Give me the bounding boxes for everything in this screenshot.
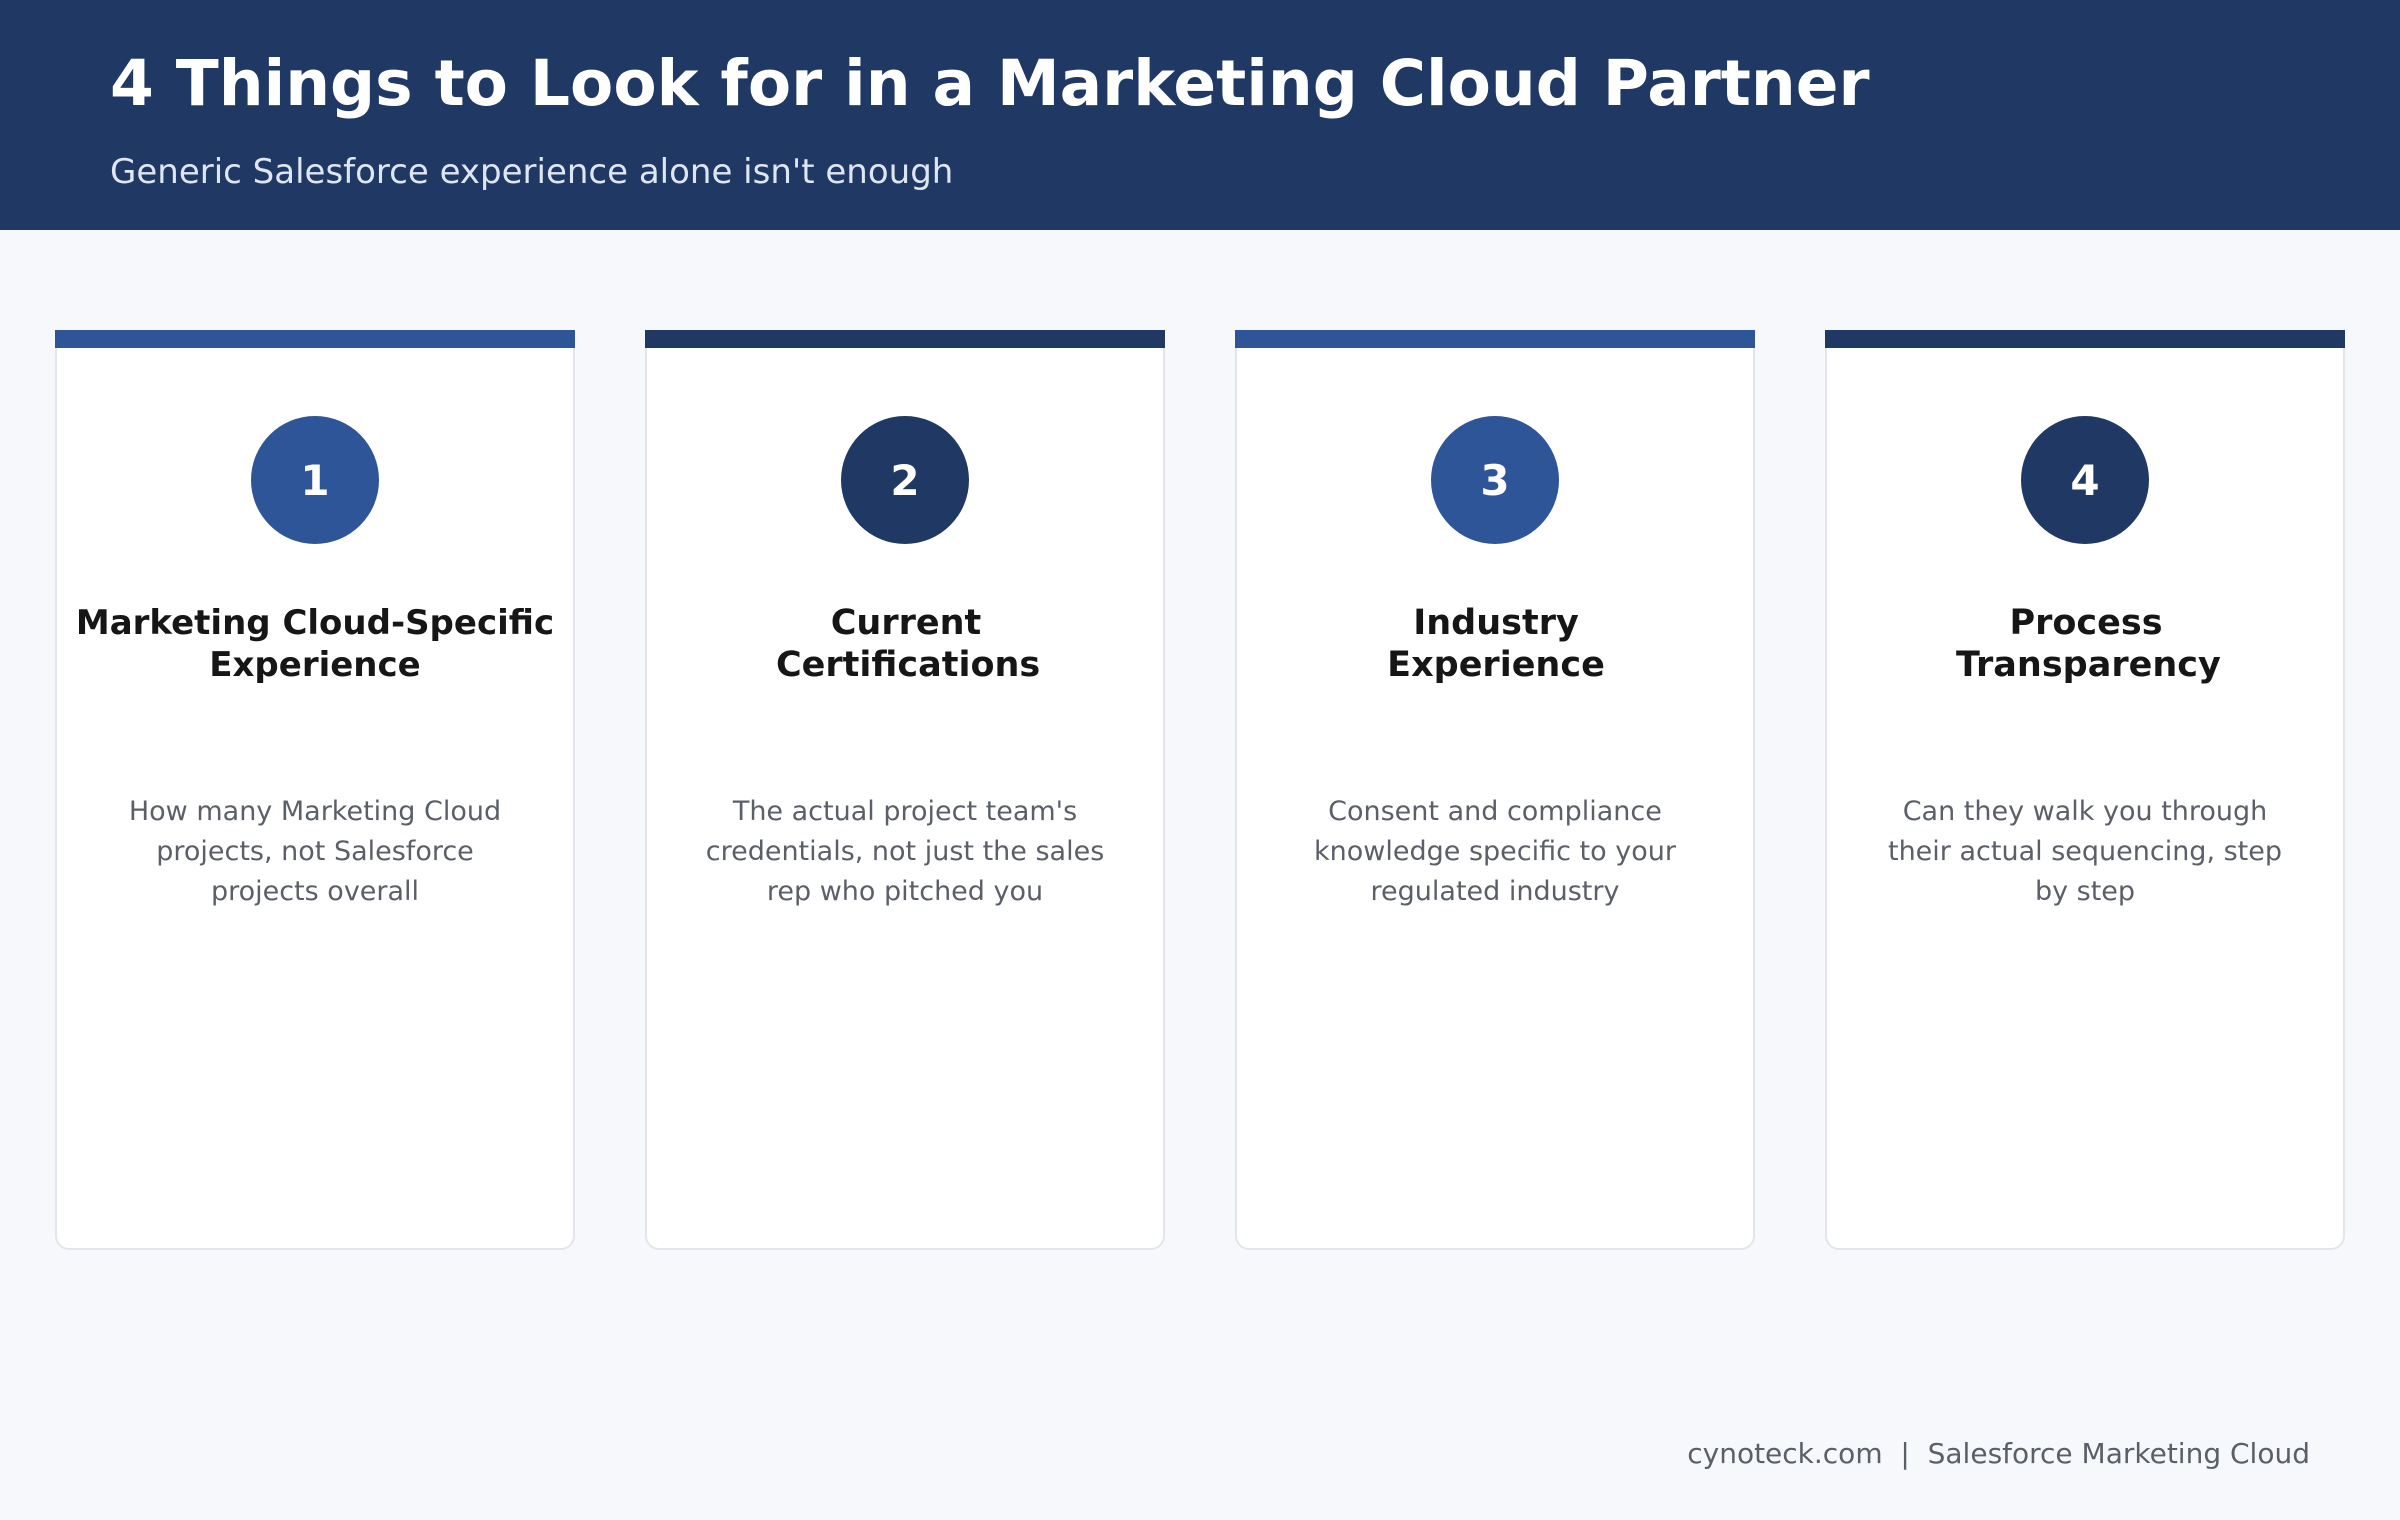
card-top-bar xyxy=(1235,330,1755,348)
card-top-bar xyxy=(55,330,575,348)
card-description: How many Marketing Cloud projects, not S… xyxy=(128,796,502,907)
step-number-badge: 1 xyxy=(251,416,379,544)
card-1: 1 Marketing Cloud-Specific Experience Ho… xyxy=(55,330,575,1250)
card-3: 3 Industry Experience Consent and compli… xyxy=(1235,330,1755,1250)
page-title: 4 Things to Look for in a Marketing Clou… xyxy=(110,47,1870,120)
step-number-badge: 2 xyxy=(841,416,969,544)
card-top-bar xyxy=(645,330,1165,348)
card-title: Industry Experience xyxy=(1387,603,1605,685)
card-title: Marketing Cloud-Specific Experience xyxy=(75,603,555,685)
footer-credit: cynoteck.com | Salesforce Marketing Clou… xyxy=(1687,1437,2310,1470)
card-description: Can they walk you through their actual s… xyxy=(1887,796,2283,907)
card-top-bar xyxy=(1825,330,2345,348)
card-4: 4 Process Transparency Can they walk you… xyxy=(1825,330,2345,1250)
step-number-badge: 4 xyxy=(2021,416,2149,544)
header-banner: 4 Things to Look for in a Marketing Clou… xyxy=(0,0,2400,230)
step-number-badge: 3 xyxy=(1431,416,1559,544)
card-description: The actual project team's credentials, n… xyxy=(705,796,1105,907)
card-description: Consent and compliance knowledge specifi… xyxy=(1314,796,1676,907)
page-subtitle: Generic Salesforce experience alone isn'… xyxy=(110,152,954,192)
card-title: Process Transparency xyxy=(1956,603,2221,685)
card-title: Current Certifications xyxy=(776,603,1041,685)
card-2: 2 Current Certifications The actual proj… xyxy=(645,330,1165,1250)
